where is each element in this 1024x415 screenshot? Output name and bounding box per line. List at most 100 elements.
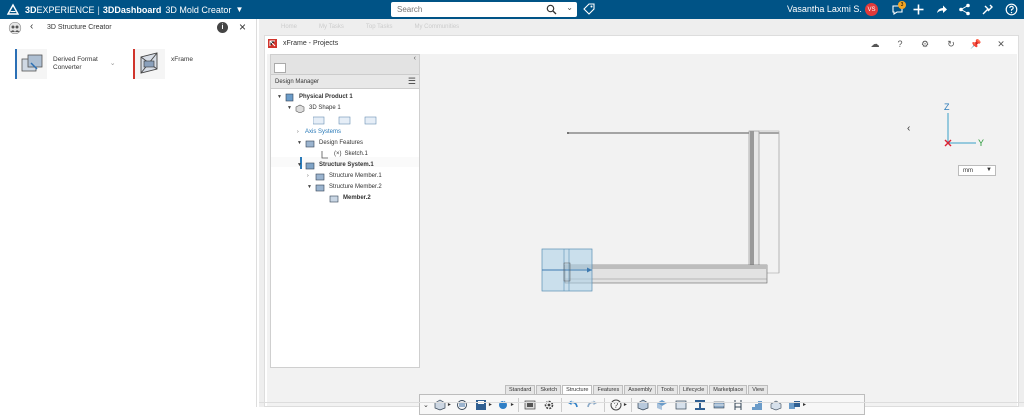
ghost-tab[interactable]: Top Tasks (366, 24, 393, 30)
toolbar-separator (560, 397, 562, 412)
toolbar-separator (517, 397, 519, 412)
expand-arrow-icon[interactable]: › (297, 129, 305, 135)
app-dropdown-icon[interactable]: ⌄ (110, 59, 116, 67)
tree-node-structure-system[interactable]: ▼ Structure System.1 (297, 160, 374, 170)
app-tile-xframe[interactable]: xFrame (133, 49, 193, 79)
app-tile-derived-format-converter[interactable]: Derived Format Converter ⌄ (15, 49, 116, 79)
collapse-panel-icon[interactable]: ‹ (414, 55, 416, 62)
tree-node-label: Structure System.1 (319, 162, 374, 168)
xframe-window: xFrame - Projects ☁ ? ⚙ ↻ 📌 ✕ ‹ Z Y mm ▼… (264, 35, 1019, 415)
shape-icon (295, 104, 305, 113)
info-icon[interactable]: i (217, 22, 228, 33)
search-box: ⌄ (391, 2, 577, 17)
help-icon[interactable]: ? (894, 38, 906, 50)
tab-view[interactable]: View (748, 385, 769, 394)
cloud-icon[interactable]: ☁ (869, 38, 881, 50)
expand-arrow-icon[interactable]: ▼ (287, 105, 295, 111)
user-name[interactable]: Vasantha Laxmi S. (787, 4, 862, 14)
tree-node-axis-systems[interactable]: › Axis Systems (297, 127, 341, 137)
ghost-tab[interactable]: My Tasks (319, 24, 344, 30)
structure-plate-icon[interactable] (674, 398, 689, 411)
railing-icon[interactable] (769, 398, 784, 411)
model-icon[interactable] (433, 398, 448, 411)
help-circle-icon[interactable] (1005, 3, 1018, 16)
ghost-tab[interactable]: Home (281, 24, 297, 30)
ghost-tab-bar: Home My Tasks Top Tasks My Communities (259, 19, 1024, 35)
assembly-icon[interactable] (788, 398, 803, 411)
settings-icon[interactable] (542, 398, 557, 411)
tree-node-3d-shape[interactable]: ▼ 3D Shape 1 (287, 103, 341, 113)
units-value: mm (963, 167, 973, 174)
network-icon[interactable] (958, 3, 971, 16)
structure-box-icon[interactable] (636, 398, 651, 411)
tab-lifecycle[interactable]: Lifecycle (678, 385, 709, 394)
snapshot-icon[interactable] (523, 398, 538, 411)
axis-compass[interactable]: Z Y (940, 101, 1000, 151)
tree-node-label: Design Features (319, 140, 364, 146)
member-icon[interactable] (712, 398, 727, 411)
expand-arrow-icon[interactable]: › (307, 173, 315, 179)
expand-arrow-icon[interactable]: ▼ (297, 140, 305, 146)
3d-viewport[interactable]: ‹ Z Y mm ▼ ‹ Design Manager ☰ ▼ Physical… (267, 54, 1017, 415)
structure-system-icon (305, 162, 315, 169)
close-icon[interactable]: × (239, 20, 246, 34)
tab-marketplace[interactable]: Marketplace (709, 385, 748, 394)
close-frame-icon[interactable]: ✕ (995, 38, 1007, 50)
gear-icon[interactable]: ⚙ (919, 38, 931, 50)
structure-face-icon[interactable] (655, 398, 670, 411)
pin-icon[interactable]: 📌 (970, 38, 982, 50)
tab-standard[interactable]: Standard (505, 385, 536, 394)
toolbar-tabs: Standard Sketch Structure Features Assem… (505, 385, 769, 394)
avatar[interactable]: VS (865, 3, 878, 16)
ladder-icon[interactable] (731, 398, 746, 411)
app-label-line1: xFrame (171, 56, 194, 63)
chevron-down-icon[interactable]: ▼ (235, 5, 243, 14)
toolbar-separator (630, 397, 632, 412)
people-icon[interactable] (8, 22, 22, 34)
left-panel-header: ‹ 3D Structure Creator i × (0, 19, 256, 37)
tree-node-structure-member-1[interactable]: › Structure Member.1 (307, 171, 382, 181)
undo-icon[interactable] (566, 398, 581, 411)
left-panel: ‹ 3D Structure Creator i × Derived Forma… (0, 19, 257, 407)
hamburger-menu-icon[interactable]: ☰ (408, 76, 416, 87)
save-icon[interactable] (474, 398, 489, 411)
expand-arrow-icon[interactable]: ▼ (297, 162, 305, 168)
tab-features[interactable]: Features (593, 385, 624, 394)
tree-node-member-2[interactable]: Member.2 (329, 193, 371, 203)
expand-arrow-icon[interactable]: ▼ (307, 184, 315, 190)
tree-node-structure-member-2[interactable]: ▼ Structure Member.2 (307, 182, 382, 192)
stair-icon[interactable] (750, 398, 765, 411)
units-select[interactable]: mm ▼ (958, 165, 996, 176)
search-input[interactable] (391, 5, 541, 14)
ghost-tab[interactable]: My Communities (415, 24, 460, 30)
beam-icon[interactable] (693, 398, 708, 411)
tab-tools[interactable]: Tools (657, 385, 678, 394)
design-features-icon (305, 140, 315, 147)
expand-arrow-icon[interactable]: ▼ (277, 94, 285, 100)
brand[interactable]: 3D EXPERIENCE | 3DDashboard 3D Mold Crea… (0, 3, 243, 17)
update-icon[interactable] (496, 398, 511, 411)
redo-icon[interactable] (585, 398, 600, 411)
tree-node-sketch[interactable]: (×) Sketch.1 (320, 149, 368, 159)
compass-collapse-icon[interactable]: ‹ (907, 123, 910, 134)
plane-icons[interactable] (313, 116, 385, 125)
add-icon[interactable] (912, 3, 925, 16)
tree-node-physical-product[interactable]: ▼ Physical Product 1 (277, 92, 353, 102)
search-dropdown-icon[interactable]: ⌄ (566, 3, 573, 12)
tab-structure[interactable]: Structure (562, 385, 593, 394)
tools-icon[interactable] (981, 3, 994, 16)
rotate-part-icon[interactable] (455, 398, 470, 411)
search-icon[interactable] (546, 4, 557, 15)
tree-node-design-features[interactable]: ▼ Design Features (297, 138, 363, 148)
refresh-icon[interactable]: ↻ (945, 38, 957, 50)
tab-sketch[interactable]: Sketch (536, 385, 562, 394)
app-area: Home My Tasks Top Tasks My Communities x… (259, 19, 1024, 415)
panel-title: 3D Structure Creator (47, 24, 112, 31)
help-icon[interactable]: ? (609, 398, 624, 411)
tree-tab-icon[interactable] (274, 63, 286, 73)
tag-icon[interactable] (583, 3, 595, 15)
toolbar-separator (603, 397, 605, 412)
tab-assembly[interactable]: Assembly (624, 385, 657, 394)
back-chevron-icon[interactable]: ‹ (30, 21, 33, 32)
share-icon[interactable] (935, 3, 948, 16)
